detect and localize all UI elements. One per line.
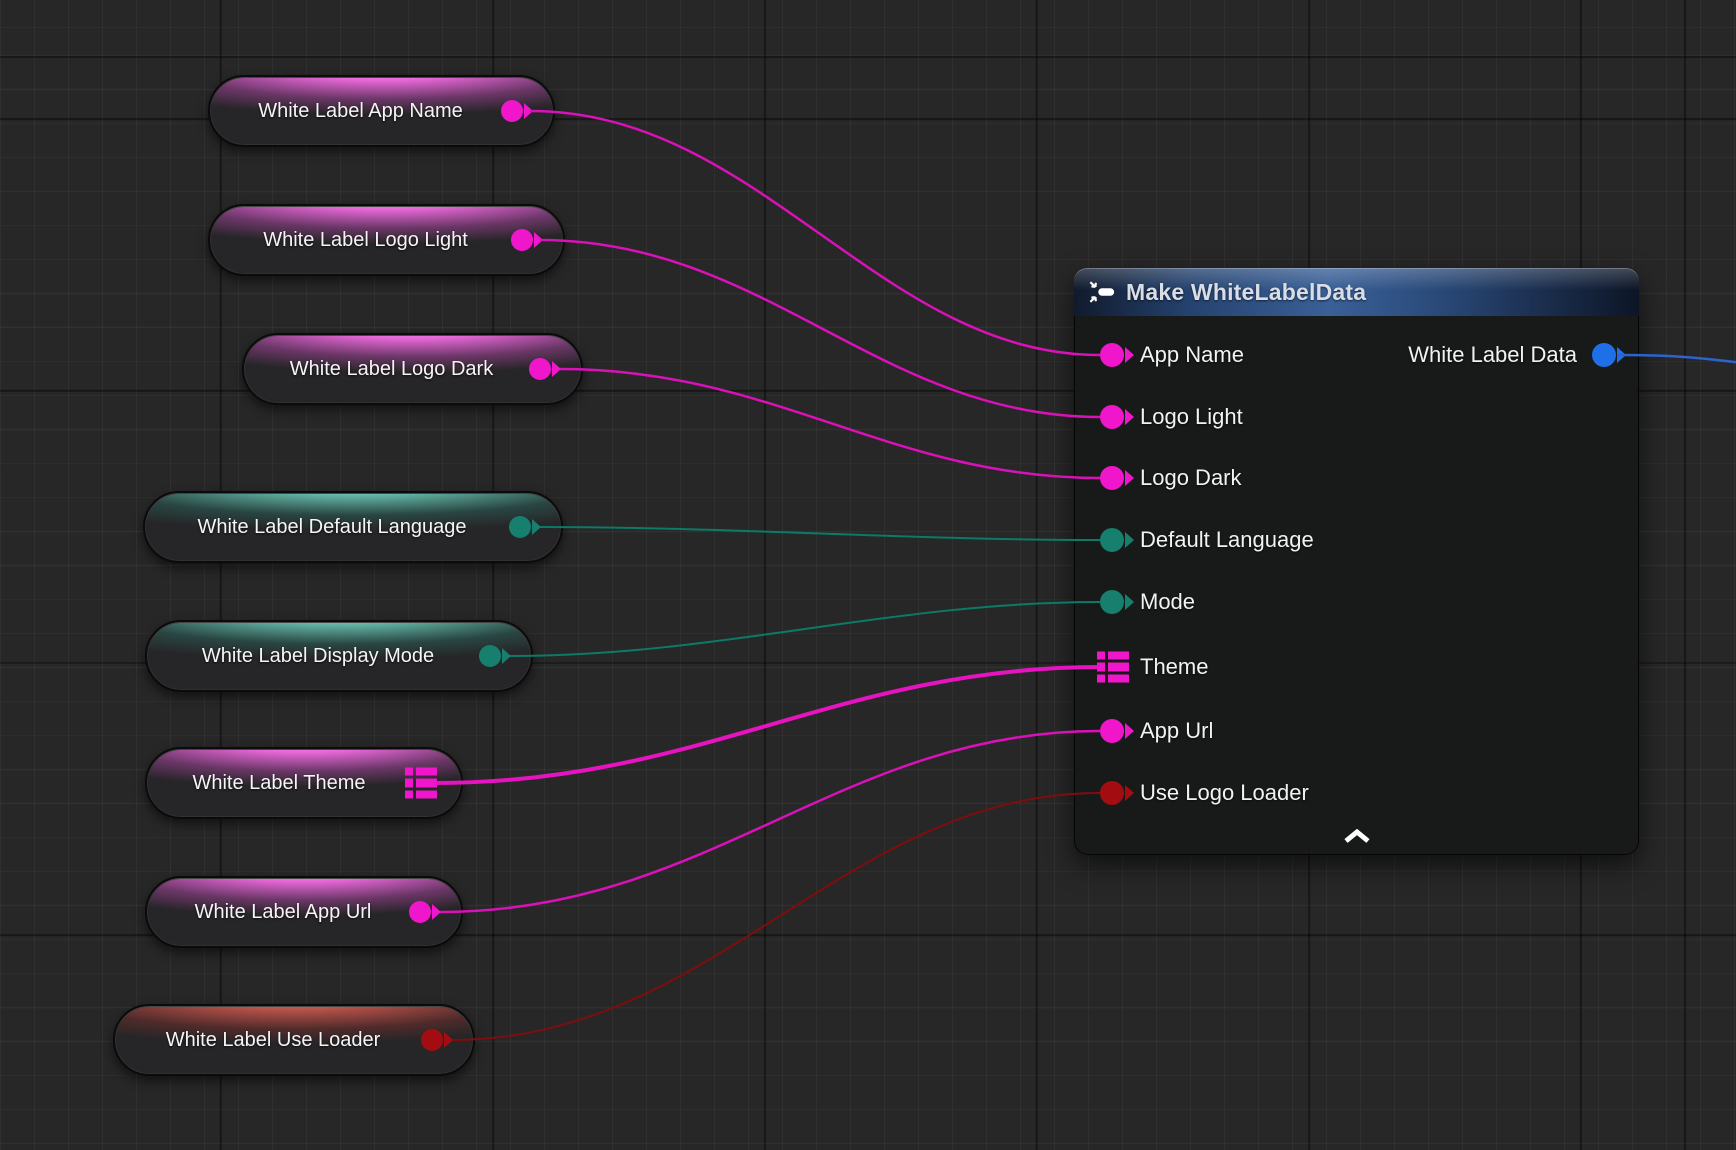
- struct-grid-icon[interactable]: [1097, 652, 1131, 683]
- getter-node-logo-light[interactable]: White Label Logo Light: [208, 204, 565, 276]
- input-pin[interactable]: [1100, 405, 1134, 429]
- pin-row-theme: Theme: [1074, 649, 1639, 685]
- pin-row-mode: Mode: [1074, 584, 1639, 620]
- pin-label: Logo Dark: [1140, 460, 1242, 496]
- output-pin[interactable]: [409, 901, 441, 923]
- input-pin[interactable]: [1100, 466, 1134, 490]
- pin-row-app-url: App Url: [1074, 713, 1639, 749]
- pin-label: Use Logo Loader: [1140, 775, 1309, 811]
- node-header[interactable]: Make WhiteLabelData: [1074, 268, 1639, 316]
- output-pin[interactable]: [479, 645, 511, 667]
- output-pin[interactable]: [421, 1029, 453, 1051]
- getter-label: White Label Default Language: [145, 516, 561, 539]
- wire-default-language: [540, 527, 1100, 540]
- pin-label: Theme: [1140, 649, 1208, 685]
- blueprint-canvas[interactable]: White Label App Name White Label Logo Li…: [0, 0, 1736, 1150]
- node-title: Make WhiteLabelData: [1126, 279, 1366, 306]
- getter-node-app-url[interactable]: White Label App Url: [145, 876, 463, 948]
- output-pin[interactable]: [509, 516, 541, 538]
- output-pin[interactable]: [529, 358, 561, 380]
- output-pin[interactable]: [1592, 343, 1626, 367]
- output-pin[interactable]: [501, 100, 533, 122]
- pin-label: Mode: [1140, 584, 1195, 620]
- wire-app-url: [440, 731, 1100, 912]
- wire-logo-dark: [560, 369, 1100, 478]
- make-struct-icon: [1088, 280, 1116, 304]
- wire-logo-light: [540, 240, 1100, 417]
- getter-label: White Label Display Mode: [147, 645, 531, 668]
- make-whitelabeldata-node[interactable]: Make WhiteLabelData App Name Logo Light …: [1074, 268, 1639, 855]
- pin-label: Default Language: [1140, 522, 1314, 558]
- pin-label: Logo Light: [1140, 399, 1243, 435]
- input-pin[interactable]: [1100, 343, 1134, 367]
- getter-node-default-language[interactable]: White Label Default Language: [143, 491, 563, 563]
- pin-label: App Url: [1140, 713, 1213, 749]
- pin-row-logo-light: Logo Light: [1074, 399, 1639, 435]
- getter-node-app-name[interactable]: White Label App Name: [208, 75, 555, 147]
- input-pin[interactable]: [1100, 590, 1134, 614]
- struct-grid-icon[interactable]: [405, 768, 439, 799]
- getter-node-use-loader[interactable]: White Label Use Loader: [113, 1004, 475, 1076]
- output-pin[interactable]: [511, 229, 543, 251]
- wire-use-loader: [452, 793, 1100, 1040]
- wire-display-mode: [510, 602, 1100, 656]
- input-pin[interactable]: [1100, 528, 1134, 552]
- wire-theme: [436, 667, 1100, 783]
- pin-label: App Name: [1140, 337, 1244, 373]
- pin-row-logo-dark: Logo Dark: [1074, 460, 1639, 496]
- pin-row-use-logo-loader: Use Logo Loader: [1074, 775, 1639, 811]
- getter-label: White Label Use Loader: [115, 1029, 473, 1052]
- getter-node-logo-dark[interactable]: White Label Logo Dark: [242, 333, 583, 405]
- pin-row-default-language: Default Language: [1074, 522, 1639, 558]
- wire-app-name: [530, 111, 1100, 355]
- input-pin[interactable]: [1100, 781, 1134, 805]
- collapse-node-button[interactable]: [1335, 825, 1379, 847]
- getter-node-display-mode[interactable]: White Label Display Mode: [145, 620, 533, 692]
- input-pin[interactable]: [1100, 719, 1134, 743]
- getter-node-theme[interactable]: White Label Theme: [145, 747, 463, 819]
- pin-label: White Label Data: [1408, 337, 1577, 373]
- chevron-up-icon: [1342, 829, 1372, 843]
